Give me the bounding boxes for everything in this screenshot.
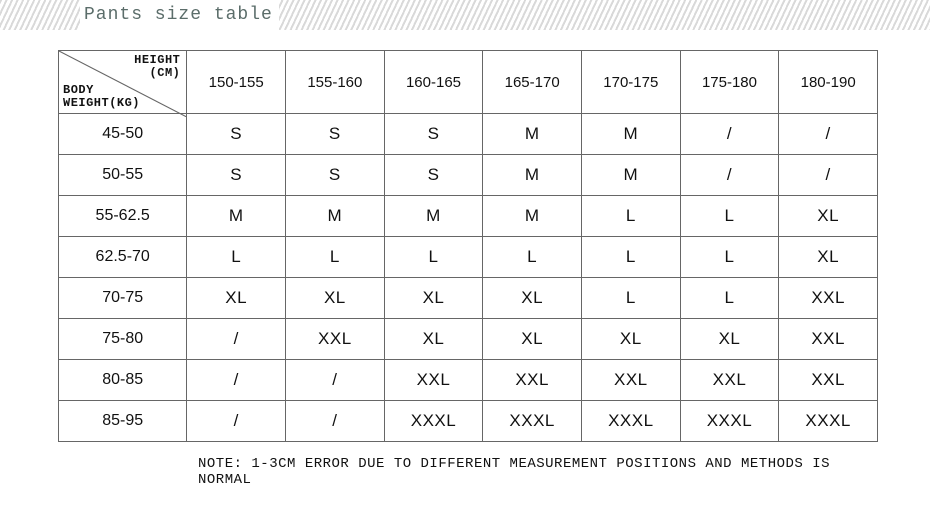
size-cell: L xyxy=(384,237,483,278)
size-cell: / xyxy=(680,114,779,155)
note-text: NOTE: 1-3CM ERROR DUE TO DIFFERENT MEASU… xyxy=(198,456,882,488)
row-label: 70-75 xyxy=(59,278,187,319)
size-cell: XXXL xyxy=(581,401,680,442)
size-table: HEIGHT (CM) BODY WEIGHT(KG) 150-155 155-… xyxy=(58,50,878,442)
size-cell: XXL xyxy=(384,360,483,401)
weight-label-text-2: WEIGHT(KG) xyxy=(63,96,140,110)
row-label: 80-85 xyxy=(59,360,187,401)
weight-label-text: BODY xyxy=(63,83,94,97)
size-cell: L xyxy=(680,196,779,237)
size-cell: L xyxy=(286,237,385,278)
content: HEIGHT (CM) BODY WEIGHT(KG) 150-155 155-… xyxy=(0,30,930,498)
table-row: 62.5-70 L L L L L L XL xyxy=(59,237,878,278)
size-cell: / xyxy=(187,360,286,401)
size-cell: L xyxy=(187,237,286,278)
height-label-text: HEIGHT xyxy=(134,53,180,67)
row-label: 55-62.5 xyxy=(59,196,187,237)
size-cell: / xyxy=(187,401,286,442)
size-cell: XL xyxy=(779,196,878,237)
size-cell: XXXL xyxy=(384,401,483,442)
size-cell: XL xyxy=(483,319,582,360)
size-cell: M xyxy=(581,155,680,196)
size-cell: XXL xyxy=(779,278,878,319)
size-cell: M xyxy=(187,196,286,237)
size-cell: M xyxy=(384,196,483,237)
size-cell: L xyxy=(680,237,779,278)
table-row: 80-85 / / XXL XXL XXL XXL XXL xyxy=(59,360,878,401)
col-6: 180-190 xyxy=(779,51,878,114)
table-row: 55-62.5 M M M M L L XL xyxy=(59,196,878,237)
size-cell: XL xyxy=(680,319,779,360)
size-cell: XL xyxy=(779,237,878,278)
header-strip: Pants size table xyxy=(0,0,930,30)
table-row: 75-80 / XXL XL XL XL XL XXL xyxy=(59,319,878,360)
size-cell: M xyxy=(483,155,582,196)
size-cell: / xyxy=(286,401,385,442)
row-label: 50-55 xyxy=(59,155,187,196)
size-cell: / xyxy=(187,319,286,360)
col-1: 155-160 xyxy=(286,51,385,114)
weight-axis-label: BODY WEIGHT(KG) xyxy=(63,84,140,110)
size-cell: XXXL xyxy=(680,401,779,442)
corner-cell: HEIGHT (CM) BODY WEIGHT(KG) xyxy=(59,51,187,114)
col-3: 165-170 xyxy=(483,51,582,114)
size-cell: S xyxy=(286,155,385,196)
size-cell: M xyxy=(286,196,385,237)
height-unit-text: (CM) xyxy=(150,66,181,80)
size-cell: L xyxy=(680,278,779,319)
size-cell: / xyxy=(680,155,779,196)
size-cell: M xyxy=(483,114,582,155)
row-label: 85-95 xyxy=(59,401,187,442)
size-cell: S xyxy=(187,155,286,196)
size-cell: XXL xyxy=(680,360,779,401)
size-cell: L xyxy=(581,278,680,319)
size-cell: XL xyxy=(187,278,286,319)
page: Pants size table HEIGHT (CM) BODY xyxy=(0,0,930,529)
size-cell: L xyxy=(483,237,582,278)
size-cell: XXL xyxy=(286,319,385,360)
size-cell: L xyxy=(581,237,680,278)
size-cell: S xyxy=(384,114,483,155)
height-axis-label: HEIGHT (CM) xyxy=(134,54,180,80)
table-row: 50-55 S S S M M / / xyxy=(59,155,878,196)
size-cell: M xyxy=(581,114,680,155)
size-cell: / xyxy=(779,114,878,155)
size-cell: XXL xyxy=(779,319,878,360)
size-cell: M xyxy=(483,196,582,237)
col-4: 170-175 xyxy=(581,51,680,114)
col-0: 150-155 xyxy=(187,51,286,114)
size-cell: S xyxy=(187,114,286,155)
size-cell: XXL xyxy=(779,360,878,401)
size-cell: XXL xyxy=(483,360,582,401)
size-cell: XL xyxy=(581,319,680,360)
table-row: 85-95 / / XXXL XXXL XXXL XXXL XXXL xyxy=(59,401,878,442)
size-cell: XL xyxy=(384,278,483,319)
page-title: Pants size table xyxy=(84,5,273,25)
size-cell: XL xyxy=(483,278,582,319)
size-cell: S xyxy=(286,114,385,155)
size-cell: / xyxy=(286,360,385,401)
size-cell: XXL xyxy=(581,360,680,401)
col-5: 175-180 xyxy=(680,51,779,114)
size-cell: XXXL xyxy=(779,401,878,442)
table-row: 70-75 XL XL XL XL L L XXL xyxy=(59,278,878,319)
size-cell: XL xyxy=(384,319,483,360)
table-row: 45-50 S S S M M / / xyxy=(59,114,878,155)
size-cell: L xyxy=(581,196,680,237)
row-label: 45-50 xyxy=(59,114,187,155)
row-label: 75-80 xyxy=(59,319,187,360)
row-label: 62.5-70 xyxy=(59,237,187,278)
size-cell: XXXL xyxy=(483,401,582,442)
title-wrap: Pants size table xyxy=(80,0,279,30)
size-cell: S xyxy=(384,155,483,196)
col-2: 160-165 xyxy=(384,51,483,114)
size-cell: XL xyxy=(286,278,385,319)
size-cell: / xyxy=(779,155,878,196)
